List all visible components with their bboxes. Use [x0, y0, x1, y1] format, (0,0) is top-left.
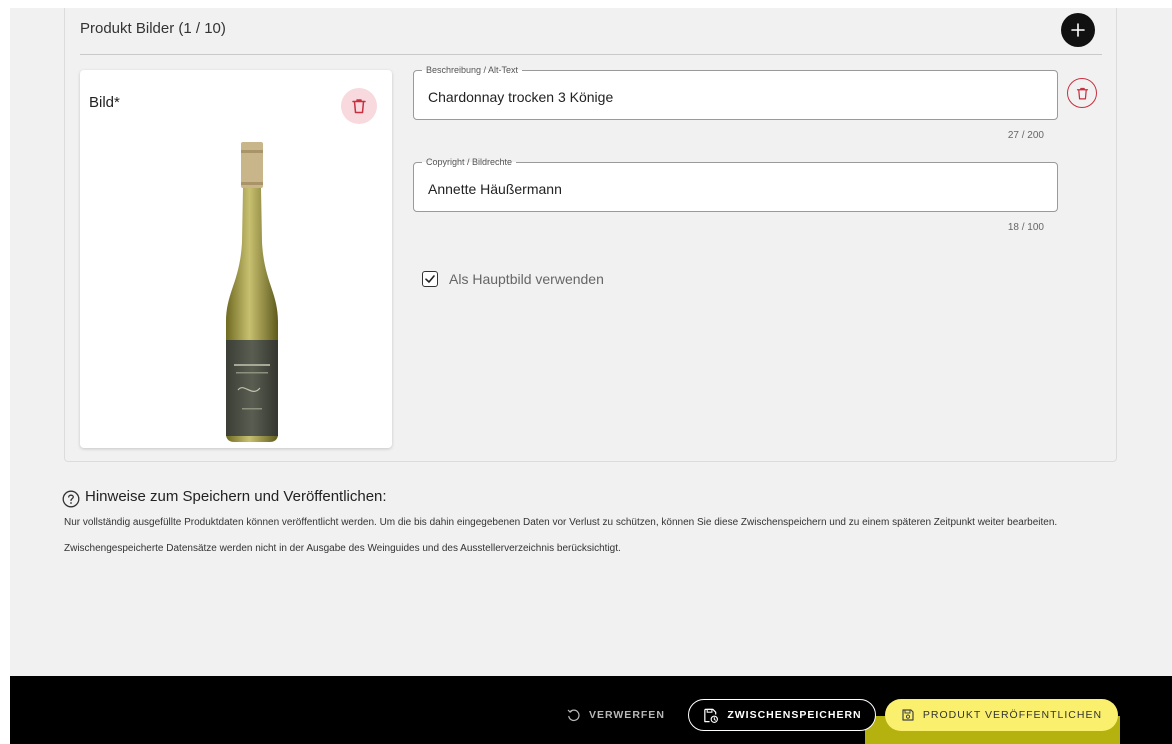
main-image-label: Als Hauptbild verwenden — [449, 271, 604, 287]
delete-image-button[interactable] — [341, 88, 377, 124]
save-draft-icon — [704, 708, 719, 723]
image-card: Bild* — [80, 70, 392, 448]
save-icon — [902, 709, 914, 721]
save-draft-button[interactable]: ZWISCHENSPEICHERN — [688, 699, 876, 731]
wine-bottle-image — [226, 142, 278, 442]
trash-icon — [1076, 87, 1088, 100]
publish-button[interactable]: PRODUKT VERÖFFENTLICHEN — [885, 699, 1118, 731]
copyright-value: Annette Häußermann — [428, 181, 562, 197]
copyright-counter: 18 / 100 — [1007, 222, 1044, 233]
undo-icon — [567, 709, 580, 721]
image-label: Bild* — [89, 94, 120, 111]
discard-label: VERWERFEN — [589, 709, 665, 721]
main-image-checkbox[interactable] — [422, 271, 438, 287]
header-divider — [80, 54, 1102, 55]
add-image-button[interactable] — [1061, 13, 1095, 47]
publish-label: PRODUKT VERÖFFENTLICHEN — [922, 709, 1103, 721]
section-title: Produkt Bilder (1 / 10) — [80, 20, 226, 37]
plus-icon — [1071, 23, 1085, 37]
help-title: Hinweise zum Speichern und Veröffentlich… — [85, 488, 387, 505]
save-draft-label: ZWISCHENSPEICHERN — [727, 709, 862, 721]
question-circle-icon — [62, 490, 80, 508]
description-field[interactable]: Beschreibung / Alt-Text Chardonnay trock… — [413, 64, 1058, 120]
help-text: Nur vollständig ausgefüllte Produktdaten… — [64, 517, 1058, 554]
delete-description-button[interactable] — [1067, 78, 1097, 108]
description-counter: 27 / 200 — [1007, 130, 1044, 141]
checkmark-icon — [425, 275, 435, 283]
copyright-legend: Copyright / Bildrechte — [422, 156, 517, 168]
discard-button[interactable]: VERWERFEN — [566, 706, 665, 724]
trash-icon — [352, 99, 366, 114]
copyright-field[interactable]: Copyright / Bildrechte Annette Häußerman… — [413, 156, 1058, 212]
description-legend: Beschreibung / Alt-Text — [422, 64, 523, 76]
description-value: Chardonnay trocken 3 Könige — [428, 89, 614, 105]
